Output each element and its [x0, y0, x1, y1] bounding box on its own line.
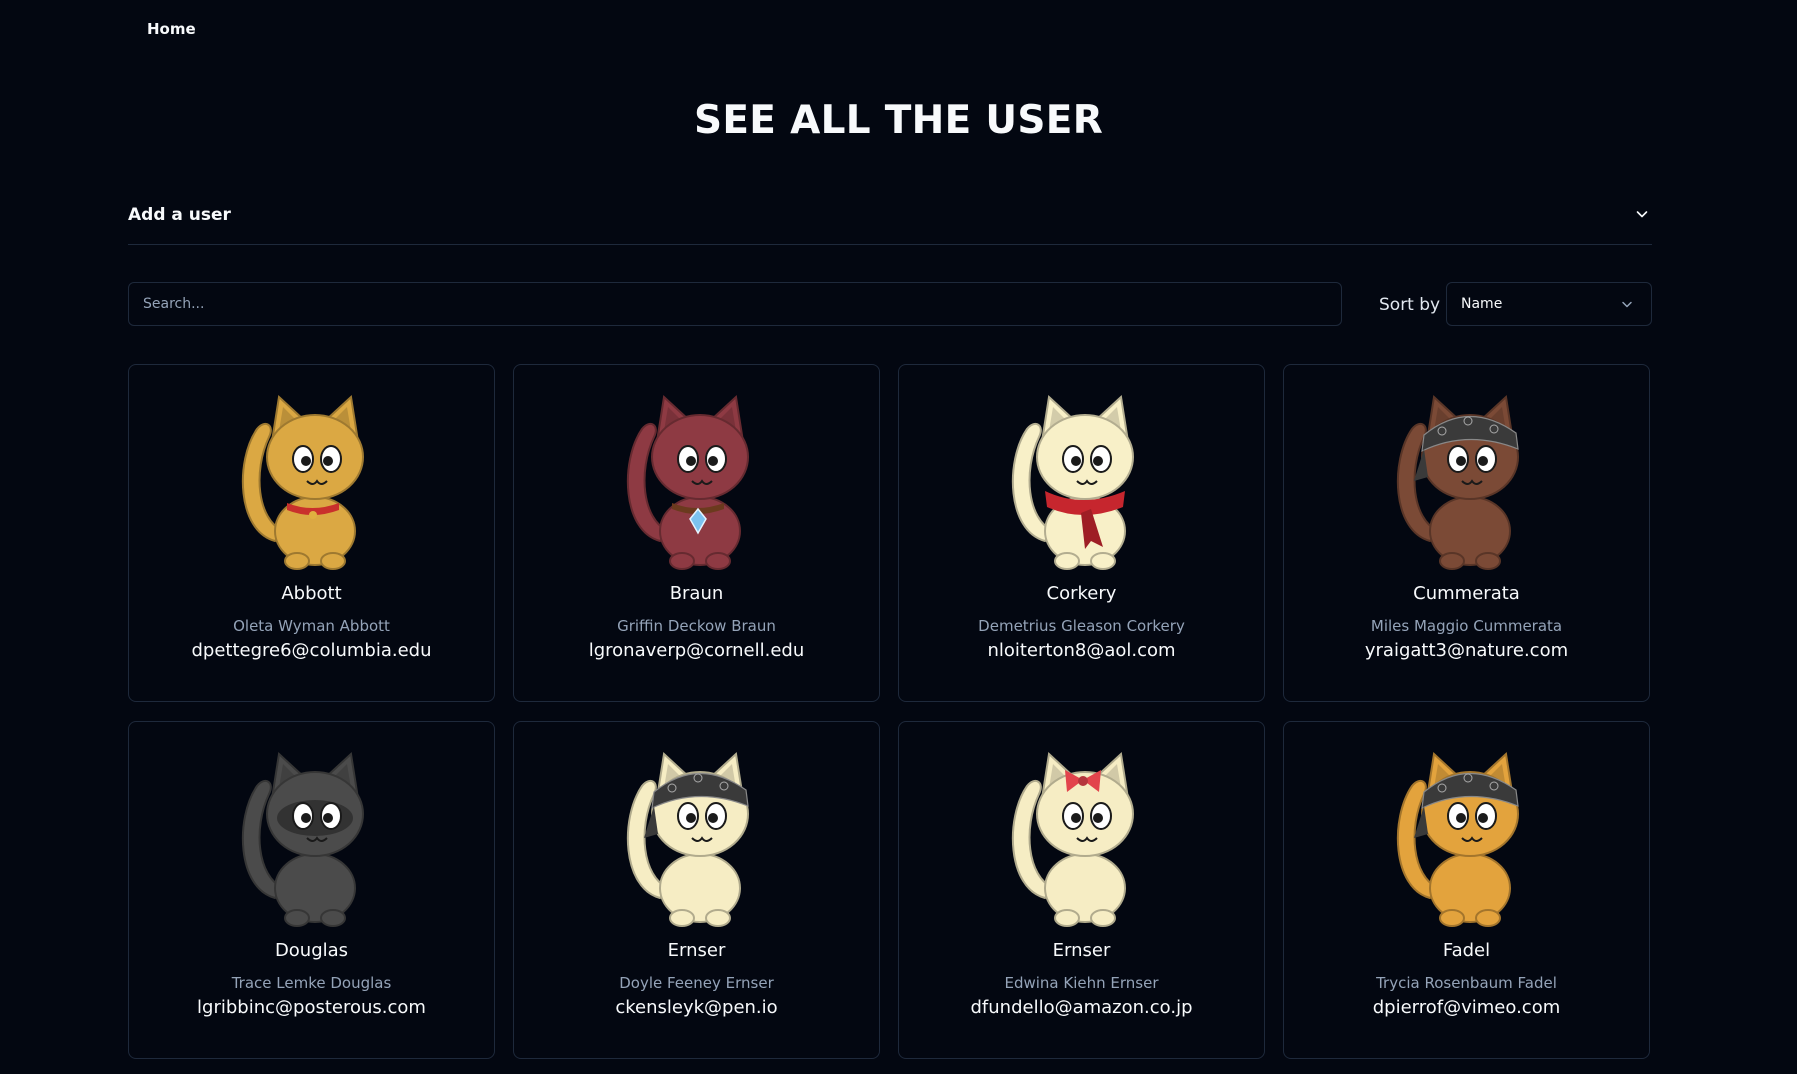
- user-last-name: Ernser: [1052, 940, 1111, 961]
- user-full-name: Trace Lemke Douglas: [231, 974, 392, 992]
- add-user-label: Add a user: [128, 205, 231, 225]
- user-email: dpierrof@vimeo.com: [1372, 997, 1561, 1018]
- user-email: yraigatt3@nature.com: [1364, 640, 1569, 661]
- cat-avatar-icon: [1011, 394, 1134, 570]
- add-user-accordion[interactable]: Add a user: [128, 196, 1652, 245]
- cat-avatar-icon: [626, 394, 749, 570]
- user-card[interactable]: Ernser Edwina Kiehn Ernser dfundello@ama…: [898, 721, 1265, 1059]
- chevron-down-icon: [1636, 211, 1648, 218]
- chevron-down-icon: [1622, 301, 1632, 308]
- user-email: lgribbinc@posterous.com: [197, 997, 426, 1018]
- user-grid: Abbott Oleta Wyman Abbott dpettegre6@col…: [128, 364, 1652, 1059]
- user-email: dfundello@amazon.co.jp: [970, 997, 1193, 1018]
- user-last-name: Corkery: [1046, 583, 1117, 604]
- cat-avatar-icon: [241, 394, 364, 570]
- user-full-name: Doyle Feeney Ernser: [619, 974, 774, 992]
- user-email: ckensleyk@pen.io: [615, 997, 778, 1018]
- user-card[interactable]: Cummerata Miles Maggio Cummerata yraigat…: [1283, 364, 1650, 702]
- user-last-name: Cummerata: [1413, 583, 1520, 604]
- page-title: SEE ALL THE USER: [693, 98, 1104, 143]
- user-full-name: Edwina Kiehn Ernser: [1004, 974, 1159, 992]
- user-card[interactable]: Abbott Oleta Wyman Abbott dpettegre6@col…: [128, 364, 495, 702]
- nav-home-link[interactable]: Home: [147, 20, 196, 38]
- user-last-name: Douglas: [274, 940, 349, 961]
- user-email: nloiterton8@aol.com: [987, 640, 1176, 661]
- user-last-name: Ernser: [667, 940, 726, 961]
- user-card[interactable]: Corkery Demetrius Gleason Corkery nloite…: [898, 364, 1265, 702]
- cat-avatar-icon: [1011, 751, 1134, 927]
- search-input[interactable]: [128, 282, 1342, 326]
- cat-avatar-icon: [626, 751, 749, 927]
- sort-by-label: Sort by: [1379, 295, 1441, 315]
- user-last-name: Abbott: [281, 583, 342, 604]
- user-full-name: Trycia Rosenbaum Fadel: [1376, 974, 1557, 992]
- sort-select-value: Name: [1461, 296, 1503, 312]
- user-full-name: Oleta Wyman Abbott: [233, 617, 390, 635]
- user-card[interactable]: Douglas Trace Lemke Douglas lgribbinc@po…: [128, 721, 495, 1059]
- user-full-name: Demetrius Gleason Corkery: [978, 617, 1185, 635]
- cat-avatar-icon: [1396, 751, 1519, 927]
- cat-avatar-icon: [1396, 394, 1519, 570]
- user-last-name: Fadel: [1442, 940, 1491, 961]
- user-email: lgronaverp@cornell.edu: [588, 640, 805, 661]
- user-card[interactable]: Fadel Trycia Rosenbaum Fadel dpierrof@vi…: [1283, 721, 1650, 1059]
- user-last-name: Braun: [669, 583, 724, 604]
- user-card[interactable]: Braun Griffin Deckow Braun lgronaverp@co…: [513, 364, 880, 702]
- user-email: dpettegre6@columbia.edu: [191, 640, 432, 661]
- user-full-name: Griffin Deckow Braun: [617, 617, 776, 635]
- cat-avatar-icon: [241, 751, 364, 927]
- sort-select[interactable]: Name: [1446, 282, 1652, 326]
- user-full-name: Miles Maggio Cummerata: [1370, 617, 1563, 635]
- user-card[interactable]: Ernser Doyle Feeney Ernser ckensleyk@pen…: [513, 721, 880, 1059]
